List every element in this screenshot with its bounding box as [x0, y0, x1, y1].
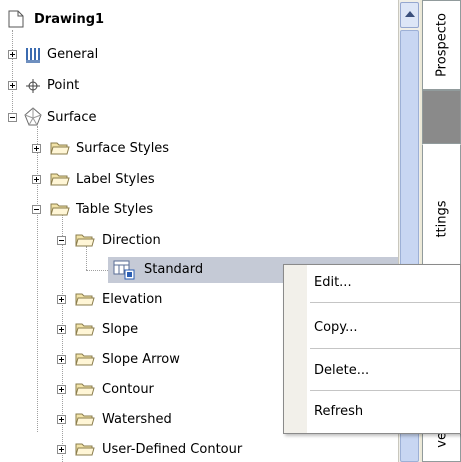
tree-item-label: User-Defined Contour [102, 442, 243, 457]
tree-item-label: Standard [144, 262, 204, 277]
tree-item-table-styles[interactable]: Table Styles [0, 198, 260, 222]
folder-icon [75, 234, 95, 247]
drawing-icon [8, 10, 24, 28]
tree-item-label: Watershed [102, 412, 172, 427]
tree-item-direction[interactable]: Direction [0, 229, 260, 253]
tree-item-surface[interactable]: Surface [0, 106, 200, 130]
collapse-toggle[interactable] [8, 113, 17, 122]
folder-icon [75, 413, 95, 426]
tree-item-contour[interactable]: Contour [0, 378, 260, 402]
tab-prospector[interactable]: Prospecto [422, 0, 461, 90]
tab-label: Prospecto [434, 13, 449, 77]
tree-item-standard[interactable]: Standard [0, 258, 290, 282]
tree-item-surface-styles[interactable]: Surface Styles [0, 137, 260, 161]
expand-toggle[interactable] [32, 175, 41, 184]
tree-item-label: Table Styles [76, 202, 154, 217]
folder-icon [75, 383, 95, 396]
menu-separator [310, 348, 460, 349]
menu-separator [310, 302, 460, 303]
tree-item-label: General [47, 47, 99, 62]
tree-item-label: Slope Arrow [102, 352, 180, 367]
folder-icon [50, 203, 70, 216]
folder-icon [75, 293, 95, 306]
folder-icon [75, 323, 95, 336]
folder-icon [75, 353, 95, 366]
tab-settings[interactable]: ttings [422, 144, 461, 270]
general-icon [26, 48, 40, 63]
expand-toggle[interactable] [8, 81, 17, 90]
surface-icon [24, 107, 42, 126]
expand-toggle[interactable] [57, 415, 66, 424]
tree-item-slope-arrow[interactable]: Slope Arrow [0, 348, 260, 372]
scroll-up-arrow-icon[interactable] [400, 2, 419, 28]
tree-item-slope[interactable]: Slope [0, 318, 260, 342]
collapse-toggle[interactable] [32, 205, 41, 214]
tree-item-watershed[interactable]: Watershed [0, 408, 260, 432]
tree-item-label: Surface [47, 110, 97, 125]
tree-item-label: Elevation [102, 292, 163, 307]
expand-toggle[interactable] [57, 295, 66, 304]
table-style-icon [113, 260, 135, 280]
tree-item-label: Point [47, 78, 80, 93]
tree-root-label: Drawing1 [34, 12, 105, 27]
folder-icon [50, 173, 70, 186]
expand-toggle[interactable] [57, 385, 66, 394]
tree-item-point[interactable]: Point [0, 74, 200, 98]
menu-item-refresh[interactable]: Refresh [314, 399, 454, 425]
tree-item-user-defined-contour[interactable]: User-Defined Contour [0, 438, 300, 462]
tab-divider [422, 90, 461, 144]
tree-item-label: Surface Styles [76, 141, 170, 156]
tree-item-label: Contour [102, 382, 154, 397]
folder-icon [75, 443, 95, 456]
expand-toggle[interactable] [32, 144, 41, 153]
tree-item-label-styles[interactable]: Label Styles [0, 168, 260, 192]
context-menu: Edit... Copy... Delete... Refresh [283, 264, 461, 434]
tree-root-drawing1[interactable]: Drawing1 [0, 8, 200, 32]
menu-item-copy[interactable]: Copy... [314, 315, 454, 341]
menu-icon-gutter [284, 265, 307, 433]
tree-item-label: Label Styles [76, 172, 155, 187]
tree-item-label: Direction [102, 233, 161, 248]
expand-toggle[interactable] [57, 355, 66, 364]
menu-separator [310, 390, 460, 391]
expand-toggle[interactable] [57, 325, 66, 334]
collapse-toggle[interactable] [57, 236, 66, 245]
menu-item-delete[interactable]: Delete... [314, 358, 454, 384]
tab-label: ttings [434, 200, 449, 238]
point-icon [26, 79, 40, 93]
folder-icon [50, 142, 70, 155]
expand-toggle[interactable] [57, 445, 66, 454]
expand-toggle[interactable] [8, 50, 17, 59]
tree-item-elevation[interactable]: Elevation [0, 288, 260, 312]
menu-item-edit[interactable]: Edit... [314, 270, 454, 296]
tree-item-label: Slope [102, 322, 139, 337]
tree-item-general[interactable]: General [0, 43, 200, 67]
